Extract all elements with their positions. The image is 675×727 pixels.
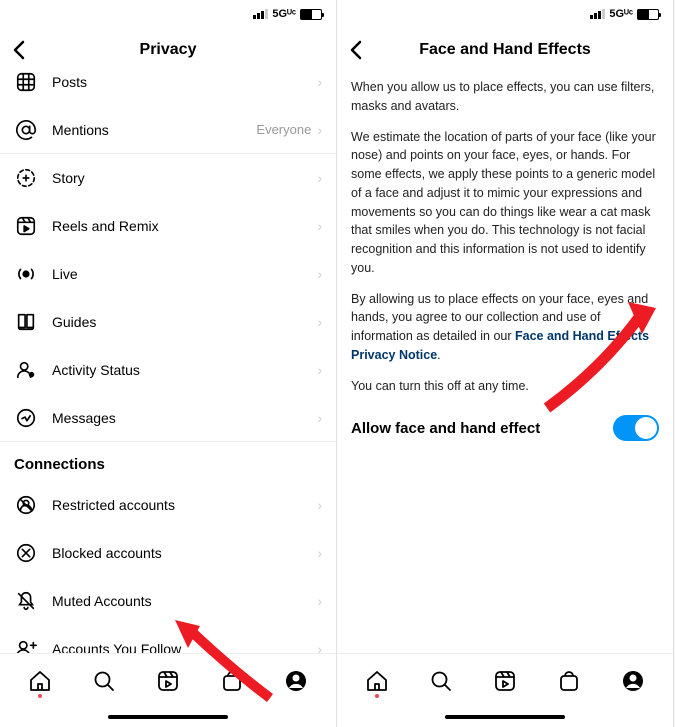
blocked-icon <box>14 541 38 565</box>
nav-item-messages[interactable]: Messages › <box>0 394 336 442</box>
bottom-nav <box>0 653 336 707</box>
page-title: Face and Hand Effects <box>337 41 673 59</box>
signal-icon <box>253 9 268 19</box>
chevron-icon: › <box>317 314 322 330</box>
chevron-icon: › <box>317 266 322 282</box>
nav-item-blocked[interactable]: Blocked accounts › <box>0 529 336 577</box>
allow-toggle-row: Allow face and hand effect <box>337 401 673 455</box>
chevron-icon: › <box>317 410 322 426</box>
chevron-icon: › <box>317 218 322 234</box>
network-label: 5Gᵁᶜ <box>272 8 296 20</box>
nav-label: Messages <box>52 410 317 426</box>
posts-icon <box>14 72 38 94</box>
nav-item-muted[interactable]: Muted Accounts › <box>0 577 336 625</box>
nav-value: Everyone <box>256 122 311 137</box>
nav-shop[interactable] <box>219 668 245 694</box>
nav-reels[interactable] <box>155 668 181 694</box>
muted-icon <box>14 589 38 613</box>
nav-item-restricted[interactable]: Restricted accounts › <box>0 481 336 529</box>
nav-label: Live <box>52 266 317 282</box>
bottom-nav <box>337 653 673 707</box>
nav-shop[interactable] <box>556 668 582 694</box>
chevron-icon: › <box>317 122 322 138</box>
chevron-icon: › <box>317 74 322 90</box>
nav-label: Guides <box>52 314 317 330</box>
privacy-list: Posts › Mentions Everyone › Story › Reel… <box>0 72 336 653</box>
face-hand-content: When you allow us to place effects, you … <box>337 72 673 653</box>
nav-reels[interactable] <box>492 668 518 694</box>
face-hand-screen: 5Gᵁᶜ Face and Hand Effects When you allo… <box>337 0 674 727</box>
chevron-icon: › <box>317 497 322 513</box>
nav-item-reels[interactable]: Reels and Remix › <box>0 202 336 250</box>
privacy-screen: 5Gᵁᶜ Privacy Posts › Mentions Everyone ›… <box>0 0 337 727</box>
section-connections: Connections <box>0 442 336 481</box>
chevron-icon: › <box>317 170 322 186</box>
page-title: Privacy <box>0 41 336 59</box>
nav-label: Story <box>52 170 317 186</box>
follow-icon <box>14 637 38 654</box>
chevron-icon: › <box>317 593 322 609</box>
restricted-icon <box>14 493 38 517</box>
nav-label: Mentions <box>52 122 256 138</box>
story-icon <box>14 166 38 190</box>
nav-item-activity[interactable]: Activity Status › <box>0 346 336 394</box>
nav-label: Restricted accounts <box>52 497 317 513</box>
info-text-3: By allowing us to place effects on your … <box>337 284 673 371</box>
status-bar: 5Gᵁᶜ <box>337 0 673 28</box>
chevron-icon: › <box>317 362 322 378</box>
nav-label: Posts <box>52 74 317 90</box>
reels-icon <box>14 214 38 238</box>
nav-profile[interactable] <box>283 668 309 694</box>
allow-toggle[interactable] <box>613 415 659 441</box>
nav-search[interactable] <box>91 668 117 694</box>
nav-item-follow[interactable]: Accounts You Follow › <box>0 625 336 653</box>
nav-home[interactable] <box>364 668 390 694</box>
messages-icon <box>14 406 38 430</box>
nav-item-posts[interactable]: Posts › <box>0 72 336 106</box>
nav-label: Muted Accounts <box>52 593 317 609</box>
nav-label: Accounts You Follow <box>52 641 317 654</box>
nav-search[interactable] <box>428 668 454 694</box>
status-bar: 5Gᵁᶜ <box>0 0 336 28</box>
activity-icon <box>14 358 38 382</box>
info-text-2: We estimate the location of parts of you… <box>337 122 673 284</box>
header: Privacy <box>0 28 336 72</box>
nav-label: Blocked accounts <box>52 545 317 561</box>
at-icon <box>14 118 38 142</box>
info-text-1: When you allow us to place effects, you … <box>337 72 673 122</box>
nav-profile[interactable] <box>620 668 646 694</box>
live-icon <box>14 262 38 286</box>
network-label: 5Gᵁᶜ <box>609 8 633 20</box>
toggle-label: Allow face and hand effect <box>351 420 613 437</box>
back-button[interactable] <box>349 40 363 60</box>
back-button[interactable] <box>12 40 26 60</box>
header: Face and Hand Effects <box>337 28 673 72</box>
nav-home[interactable] <box>27 668 53 694</box>
nav-label: Reels and Remix <box>52 218 317 234</box>
nav-item-live[interactable]: Live › <box>0 250 336 298</box>
nav-item-story[interactable]: Story › <box>0 154 336 202</box>
guides-icon <box>14 310 38 334</box>
home-indicator <box>337 707 673 727</box>
signal-icon <box>590 9 605 19</box>
home-indicator <box>0 707 336 727</box>
nav-item-guides[interactable]: Guides › <box>0 298 336 346</box>
chevron-icon: › <box>317 545 322 561</box>
battery-icon <box>637 9 659 20</box>
nav-item-mentions[interactable]: Mentions Everyone › <box>0 106 336 154</box>
chevron-icon: › <box>317 641 322 654</box>
nav-label: Activity Status <box>52 362 317 378</box>
battery-icon <box>300 9 322 20</box>
info-text-4: You can turn this off at any time. <box>337 371 673 402</box>
